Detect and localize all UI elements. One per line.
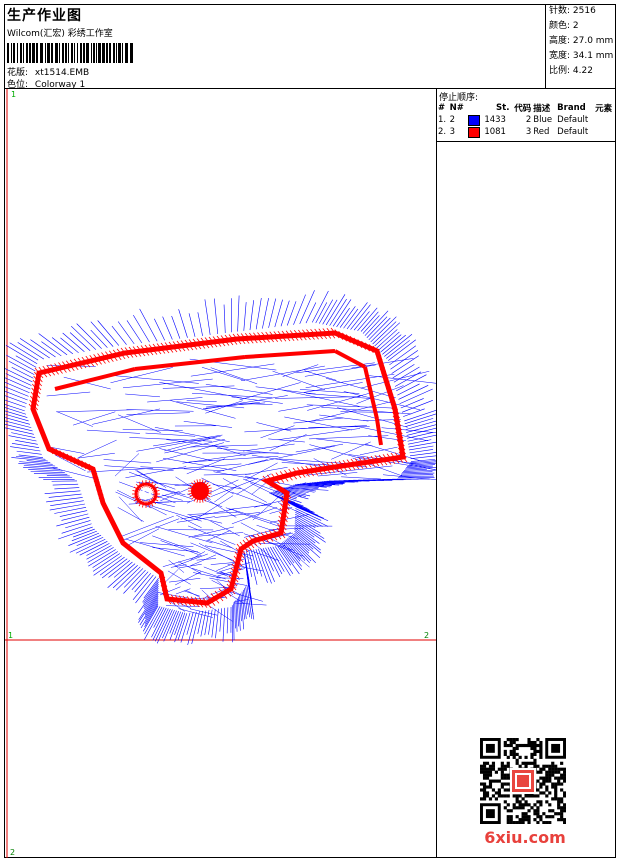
marker-top-left: 1 (11, 90, 16, 99)
stat-ratio: 比例: 4.22 (549, 66, 593, 76)
row-brand: Default (557, 127, 589, 137)
row-index: 1. (438, 115, 447, 125)
row-brand: Default (557, 115, 589, 125)
marker-mid-right: 2 (424, 631, 429, 640)
col-index: # (438, 103, 446, 113)
row-needle: 3 (449, 127, 456, 137)
row-stitches: 1081 (484, 127, 506, 137)
stats-panel: 针数: 2516 颜色: 2 高度: 27.0 mm 宽度: 34.1 mm 比… (545, 4, 617, 88)
row-color-cell (467, 126, 483, 138)
col-element: 元素 (595, 104, 613, 114)
panel-divider (436, 88, 437, 858)
stat-width: 宽度: 34.1 mm (549, 51, 614, 61)
row-desc: Blue (533, 115, 553, 125)
row-code: 3 (525, 127, 532, 137)
stop-sequence-table: # N# St. 代码 描述 Brand 元素 1. 2 1433 2 Blue… (437, 102, 616, 138)
color-swatch (468, 114, 481, 126)
table-row: 2. 3 1081 3 Red Default (437, 126, 616, 138)
qr-code[interactable] (480, 738, 566, 824)
col-needle: N# (449, 103, 464, 113)
stat-height: 高度: 27.0 mm (549, 36, 614, 46)
col-brand: Brand (557, 103, 586, 113)
stat-colors: 颜色: 2 (549, 21, 579, 31)
col-code: 代码 (514, 104, 532, 114)
table-row: 1. 2 1433 2 Blue Default (437, 114, 616, 126)
row-color-cell (467, 114, 483, 126)
watermark-site: 6xiu.com (484, 828, 566, 847)
row-element (594, 126, 616, 138)
row-code: 2 (525, 115, 532, 125)
embroidery-design (5, 290, 436, 646)
studio-name: Wilcom(汇宏) 彩绣工作室 (7, 29, 113, 39)
header-info: 生产作业图 Wilcom(汇宏) 彩绣工作室 花版: xt1514.EMB 色位… (5, 5, 545, 90)
row-element (594, 114, 616, 126)
col-color (467, 102, 483, 114)
design-canvas: 1 1 2 2 (5, 89, 436, 858)
barcode (7, 43, 135, 63)
marker-mid-left: 1 (8, 631, 13, 640)
stop-table-header: # N# St. 代码 描述 Brand 元素 (437, 102, 616, 114)
stat-stitches: 针数: 2516 (549, 6, 596, 16)
col-stitches: St. (496, 103, 510, 113)
row-index: 2. (438, 127, 447, 137)
stop-panel-divider (437, 141, 616, 142)
marker-bottom-left: 2 (10, 848, 15, 857)
color-swatch (468, 126, 481, 138)
row-needle: 2 (449, 115, 456, 125)
row-desc: Red (533, 127, 550, 137)
row-stitches: 1433 (484, 115, 506, 125)
stop-sequence-panel: 停止顺序: # N# St. 代码 描述 Brand 元素 1. 2 1433 … (437, 89, 616, 141)
col-desc: 描述 (533, 104, 551, 114)
page-title: 生产作业图 (7, 8, 82, 24)
